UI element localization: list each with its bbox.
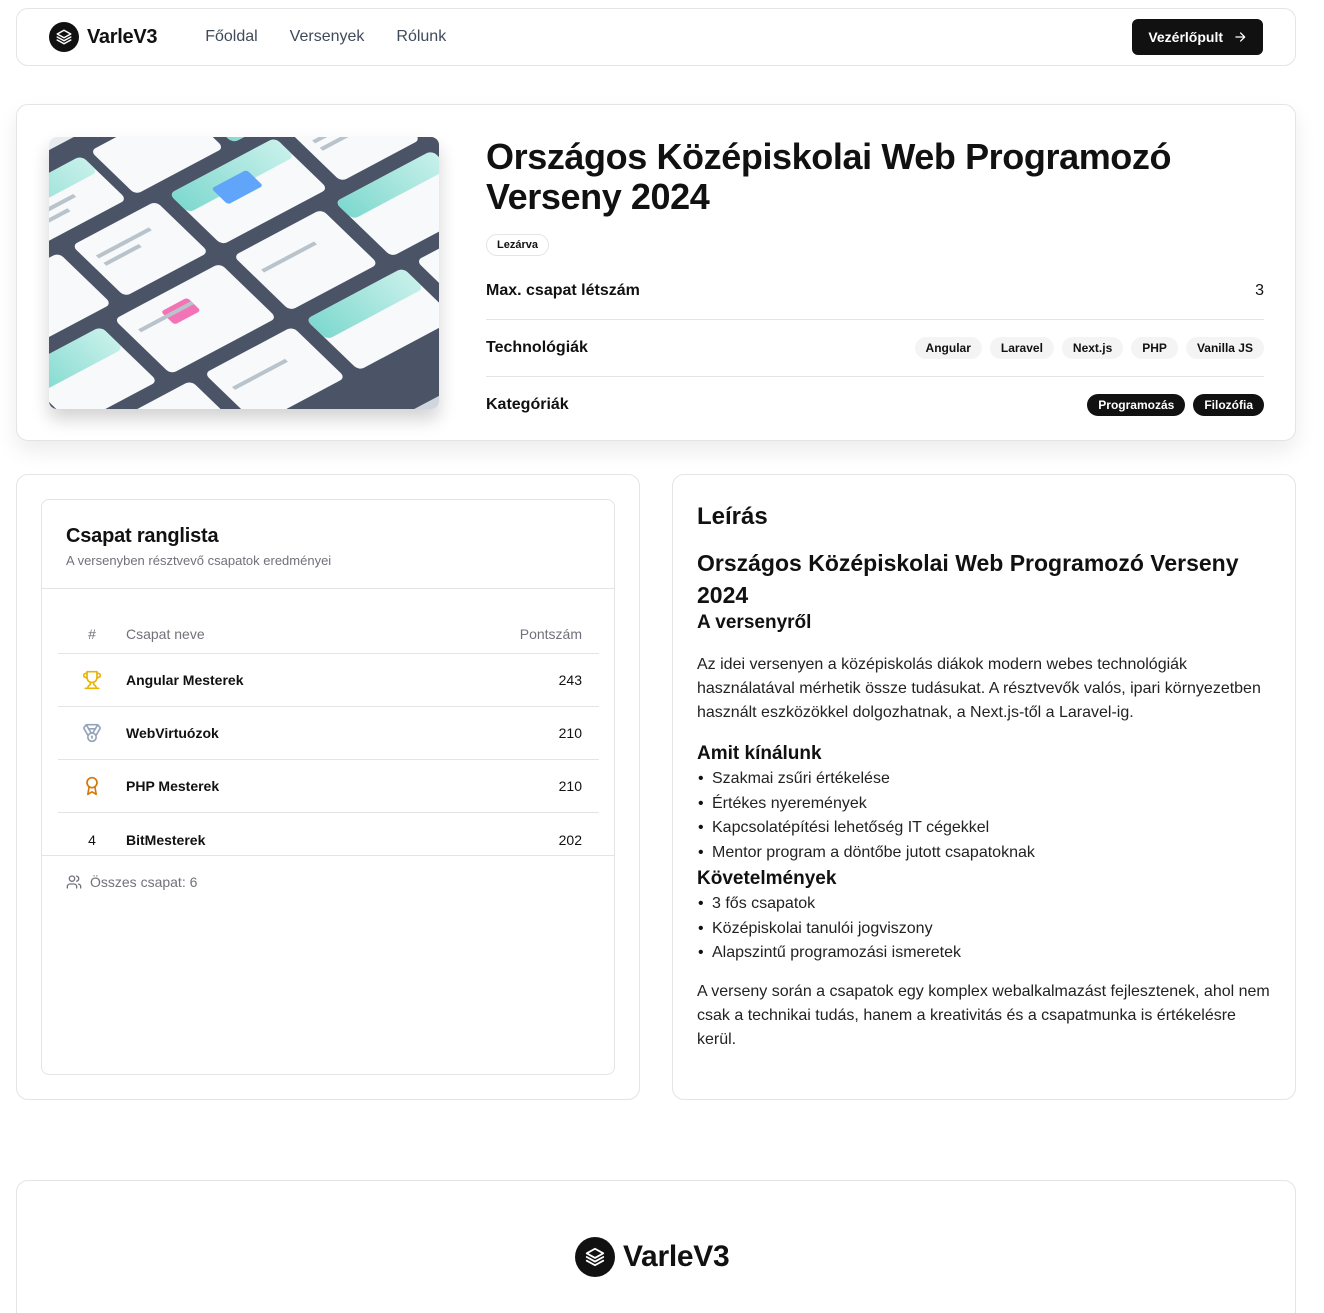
brand-name: VarleV3 bbox=[87, 25, 158, 48]
list-item: Értékes nyeremények bbox=[697, 792, 1271, 817]
table-row: WebVirtuózok 210 bbox=[58, 707, 599, 760]
dashboard-button-label: Vezérlőpult bbox=[1148, 29, 1223, 45]
team-score: 210 bbox=[558, 725, 582, 741]
technologies-label: Technológiák bbox=[486, 339, 588, 356]
list-item: Kapcsolatépítési lehetőség IT cégekkel bbox=[697, 816, 1271, 841]
description-section: Leírás Országos Középiskolai Web Program… bbox=[672, 474, 1296, 1100]
list-item: Mentor program a döntőbe jutott csapatok… bbox=[697, 841, 1271, 866]
nav-link-about[interactable]: Rólunk bbox=[396, 28, 446, 46]
info-table: Max. csapat létszám 3 Technológiák Angul… bbox=[486, 262, 1264, 433]
category-chips: Programozás Filozófia bbox=[1087, 394, 1264, 416]
score-column-header: Pontszám bbox=[519, 625, 582, 642]
requirements-list: 3 fős csapatok Középiskolai tanulói jogv… bbox=[697, 892, 1271, 966]
tech-chip: Vanilla JS bbox=[1185, 337, 1264, 359]
leaderboard-header: Csapat ranglista A versenyben résztvevő … bbox=[42, 500, 614, 589]
leaderboard-section: Csapat ranglista A versenyben résztvevő … bbox=[16, 474, 640, 1100]
description-title: Országos Középiskolai Web Programozó Ver… bbox=[697, 550, 1239, 608]
description-paragraph: A verseny során a csapatok egy komplex w… bbox=[697, 982, 1270, 1048]
nav-link-competitions[interactable]: Versenyek bbox=[290, 28, 365, 46]
tech-chip: Laravel bbox=[989, 337, 1054, 359]
competition-details: Országos Középiskolai Web Programozó Ver… bbox=[486, 137, 1264, 433]
technologies-row: Technológiák Angular Laravel Next.js PHP… bbox=[486, 319, 1264, 376]
leaderboard-subtitle: A versenyben résztvevő csapatok eredmény… bbox=[66, 553, 332, 568]
requirements-heading: Követelmények bbox=[697, 867, 837, 889]
arrow-right-icon bbox=[1235, 32, 1246, 42]
list-item: 3 fős csapatok bbox=[697, 892, 1271, 917]
category-chip: Filozófia bbox=[1193, 394, 1264, 416]
categories-label: Kategóriák bbox=[486, 396, 569, 413]
leaderboard-card: Csapat ranglista A versenyben résztvevő … bbox=[41, 499, 615, 1075]
rank-column-header: # bbox=[88, 625, 96, 642]
team-score: 210 bbox=[558, 778, 582, 794]
max-team-value: 3 bbox=[1255, 281, 1264, 299]
brand-link[interactable]: VarleV3 bbox=[49, 22, 157, 52]
status-badge: Lezárva bbox=[486, 234, 549, 256]
team-score: 202 bbox=[558, 831, 582, 848]
offer-list: Szakmai zsűri értékelése Értékes nyeremé… bbox=[697, 767, 1271, 866]
list-item: Szakmai zsűri értékelése bbox=[697, 767, 1271, 792]
total-teams: Összes csapat: 6 bbox=[90, 874, 198, 890]
team-name: WebVirtuózok bbox=[126, 725, 219, 741]
table-header: # Csapat neve Pontszám bbox=[58, 614, 599, 654]
competition-title: Országos Középiskolai Web Programozó Ver… bbox=[486, 136, 1172, 217]
leaderboard-title: Csapat ranglista bbox=[66, 525, 219, 547]
list-item: Középiskolai tanulói jogviszony bbox=[697, 917, 1271, 942]
footer-brand-name: VarleV3 bbox=[623, 1240, 730, 1273]
layers-icon bbox=[49, 22, 79, 52]
max-team-row: Max. csapat létszám 3 bbox=[486, 262, 1264, 319]
competition-hero-card: Országos Középiskolai Web Programozó Ver… bbox=[16, 104, 1296, 441]
nav-link-home[interactable]: Főoldal bbox=[205, 28, 257, 46]
team-name: Angular Mesterek bbox=[126, 672, 244, 688]
tech-chip: PHP bbox=[1131, 337, 1178, 359]
description-paragraph: Az idei versenyen a középiskolás diákok … bbox=[697, 656, 1261, 721]
medal-icon bbox=[58, 723, 126, 743]
team-name: PHP Mesterek bbox=[126, 778, 220, 794]
tech-chip: Next.js bbox=[1061, 337, 1124, 359]
rank-number: 4 bbox=[88, 831, 96, 848]
nav-links: Főoldal Versenyek Rólunk bbox=[205, 28, 446, 46]
offer-heading: Amit kínálunk bbox=[697, 743, 822, 764]
leaderboard-footer: Összes csapat: 6 bbox=[42, 855, 614, 908]
users-icon bbox=[66, 875, 82, 889]
navbar: VarleV3 Főoldal Versenyek Rólunk Vezérlő… bbox=[16, 8, 1296, 66]
tech-chip: Angular bbox=[914, 337, 982, 359]
category-chip: Programozás bbox=[1087, 394, 1186, 416]
footer-brand-link[interactable]: VarleV3 bbox=[575, 1237, 730, 1277]
list-item: Alapszintű programozási ismeretek bbox=[697, 941, 1271, 966]
dashboard-button[interactable]: Vezérlőpult bbox=[1132, 19, 1263, 55]
team-score: 243 bbox=[558, 672, 582, 688]
table-row: PHP Mesterek 210 bbox=[58, 760, 599, 813]
description-heading: Leírás bbox=[697, 503, 768, 530]
footer: VarleV3 bbox=[16, 1180, 1296, 1313]
description-subtitle: A versenyről bbox=[697, 612, 812, 633]
trophy-icon bbox=[58, 670, 126, 690]
team-name: BitMesterek bbox=[126, 831, 206, 848]
competition-cover-image bbox=[49, 137, 439, 409]
name-column-header: Csapat neve bbox=[126, 625, 205, 642]
award-icon bbox=[58, 776, 126, 796]
categories-row: Kategóriák Programozás Filozófia bbox=[486, 376, 1264, 433]
layers-icon bbox=[575, 1237, 615, 1277]
technology-chips: Angular Laravel Next.js PHP Vanilla JS bbox=[914, 337, 1264, 359]
max-team-label: Max. csapat létszám bbox=[486, 281, 640, 299]
leaderboard-table: # Csapat neve Pontszám Angular Mesterek … bbox=[58, 614, 599, 866]
table-row: Angular Mesterek 243 bbox=[58, 654, 599, 707]
